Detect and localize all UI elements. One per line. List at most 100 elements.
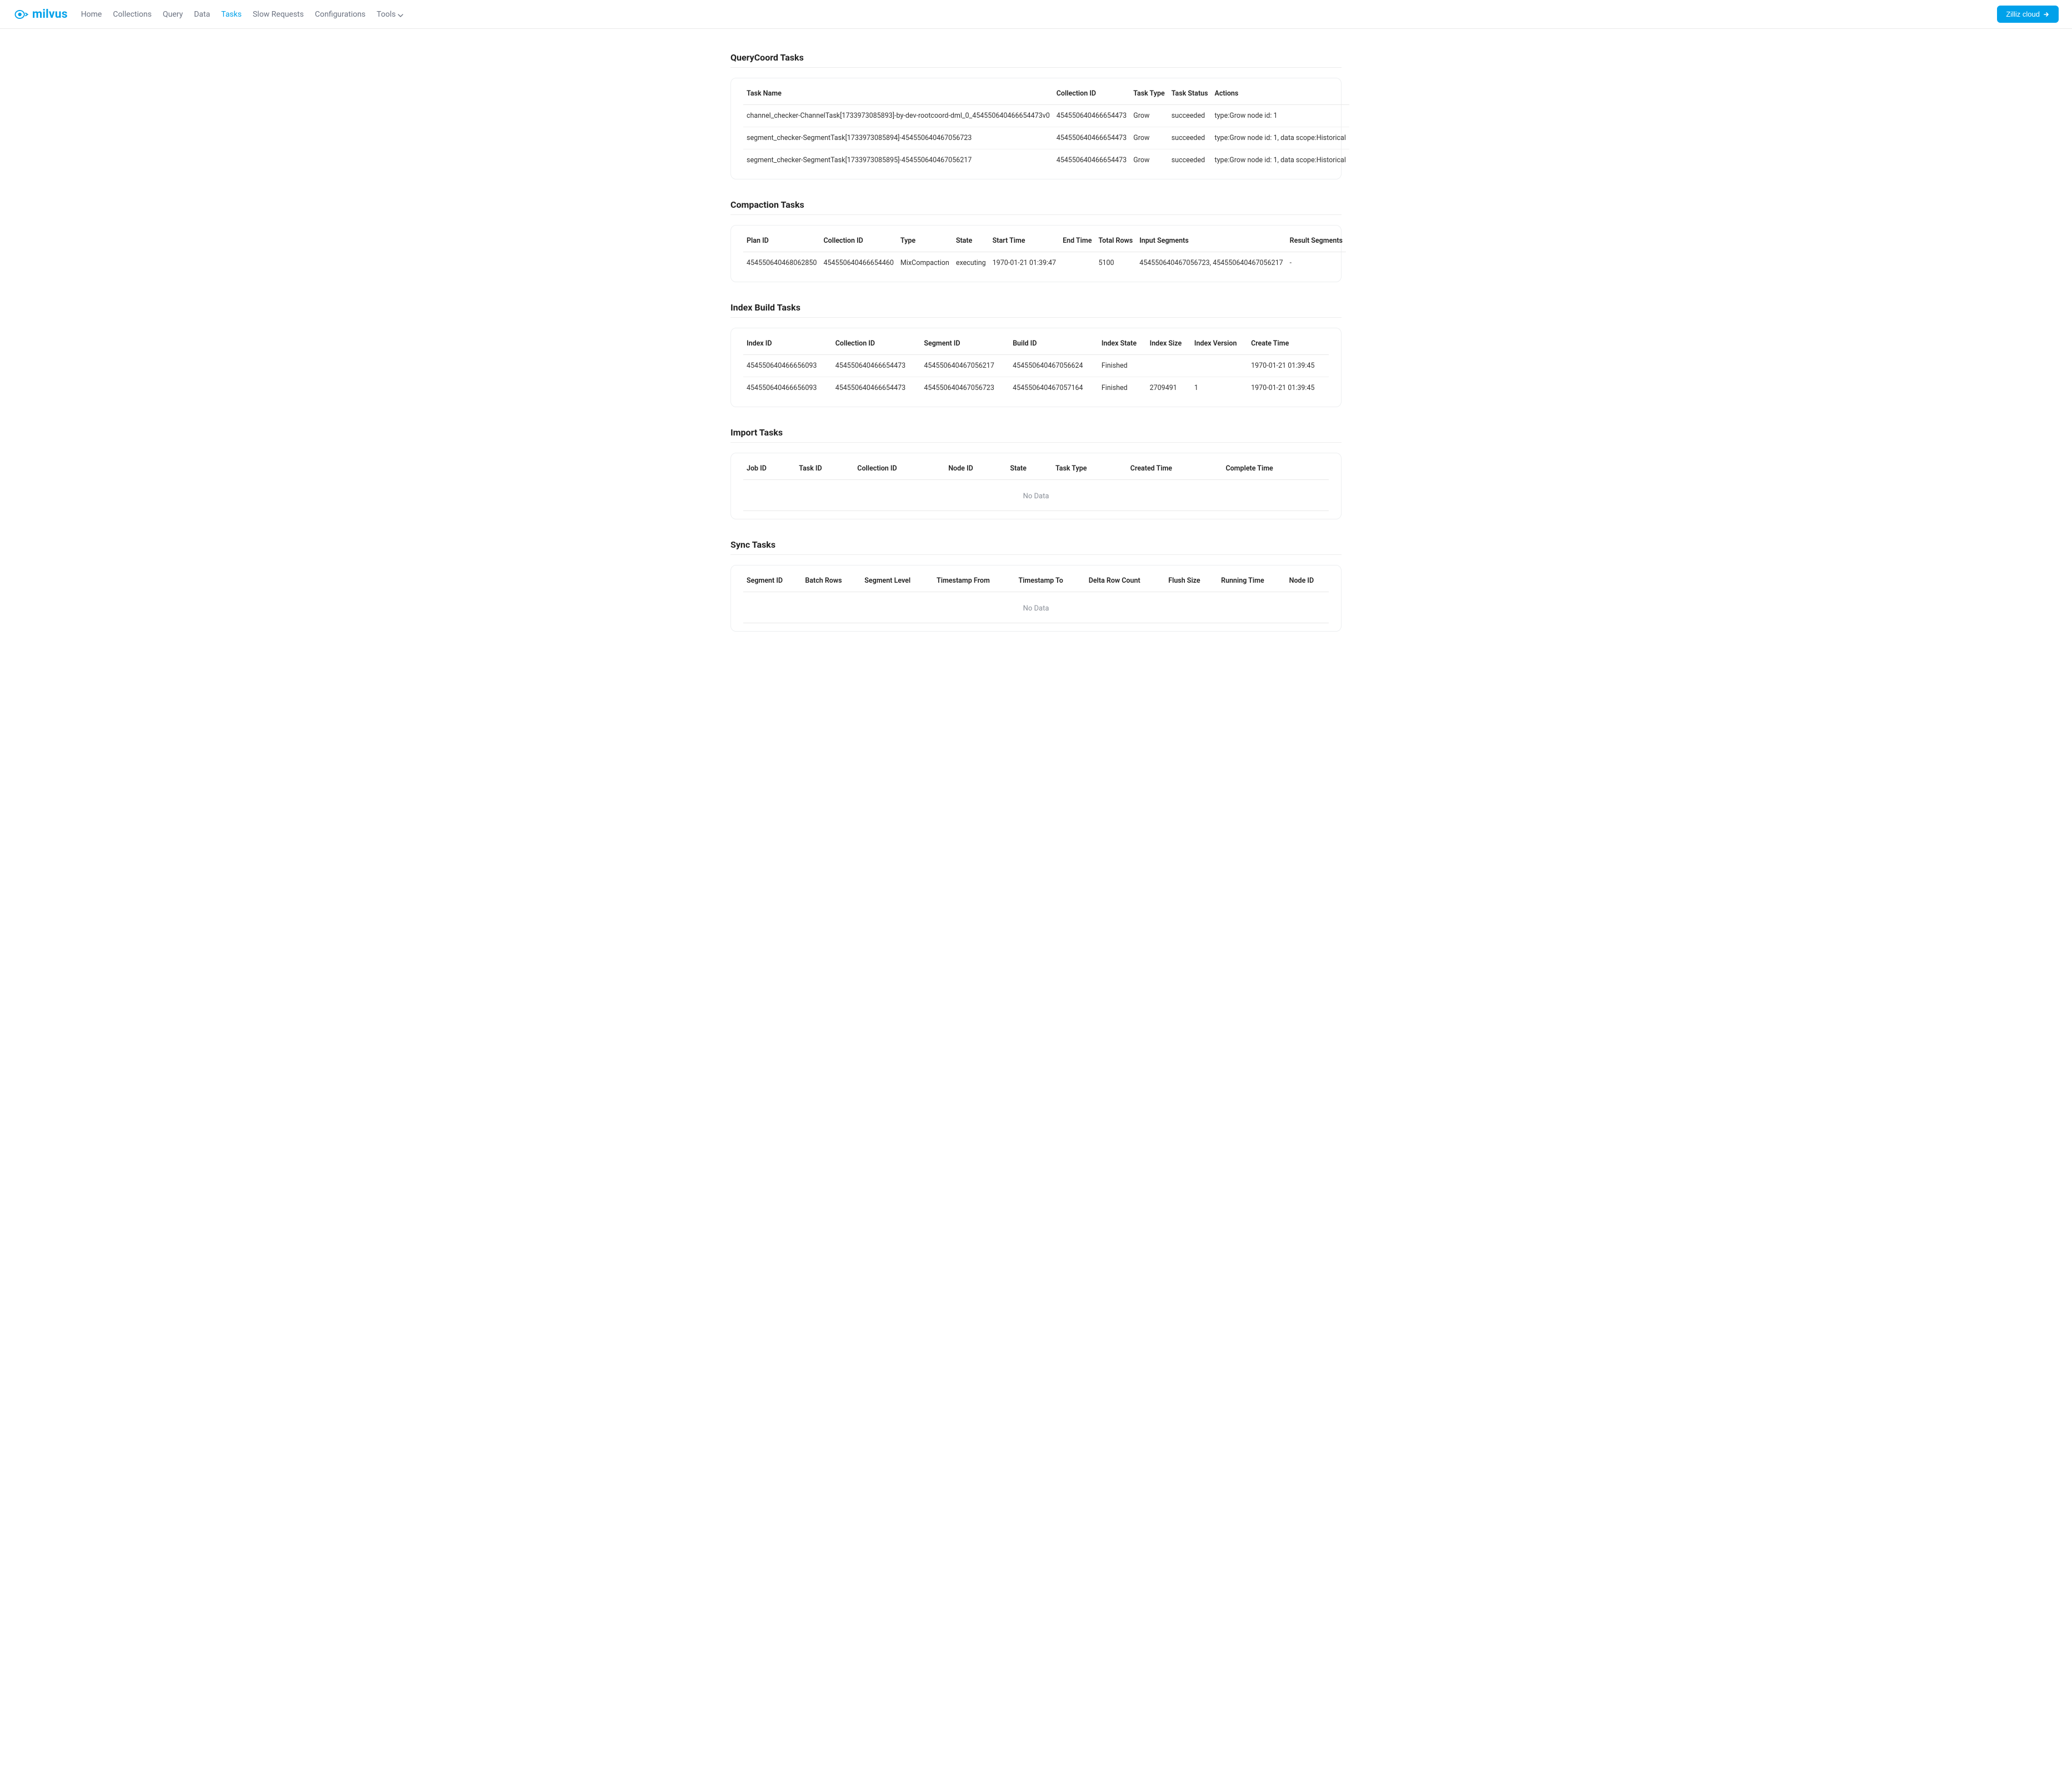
cell: 454550640466654473 <box>832 355 921 377</box>
nav-tools-label: Tools <box>377 10 396 19</box>
col-end-time: End Time <box>1059 229 1095 252</box>
table-row: segment_checker-SegmentTask[173397308589… <box>743 127 1349 149</box>
cell: 454550640466654473 <box>1053 105 1130 127</box>
arrow-right-icon <box>2043 11 2050 18</box>
topbar-left: milvus Home Collections Query Data Tasks… <box>13 8 403 21</box>
col-task-name: Task Name <box>743 82 1053 105</box>
cell: type:Grow node id: 1, data scope:Histori… <box>1212 127 1349 149</box>
cell: channel_checker-ChannelTask[173397308589… <box>743 105 1053 127</box>
table-row: segment_checker-SegmentTask[173397308589… <box>743 149 1349 172</box>
col-total-rows: Total Rows <box>1095 229 1136 252</box>
cell: 454550640468062850 <box>743 252 820 274</box>
nav-data[interactable]: Data <box>194 10 210 19</box>
col-task-type: Task Type <box>1130 82 1168 105</box>
milvus-logo-icon <box>13 9 29 20</box>
cell: 454550640466654473 <box>1053 127 1130 149</box>
col-create-time: Create Time <box>1248 332 1329 355</box>
topbar: milvus Home Collections Query Data Tasks… <box>0 0 2072 29</box>
cell: type:Grow node id: 1 <box>1212 105 1349 127</box>
cell: 454550640467057164 <box>1009 377 1098 399</box>
col-start-time: Start Time <box>989 229 1059 252</box>
nav-tools[interactable]: Tools <box>377 10 403 19</box>
chevron-down-icon <box>398 12 403 17</box>
col-job-id: Job ID <box>743 457 795 480</box>
section-title-compaction: Compaction Tasks <box>730 187 1342 215</box>
col-actions: Actions <box>1212 82 1349 105</box>
cell: 454550640467056217 <box>920 355 1009 377</box>
import-table: Job ID Task ID Collection ID Node ID Sta… <box>743 457 1329 480</box>
nav-tasks[interactable]: Tasks <box>221 10 242 19</box>
col-complete-time: Complete Time <box>1222 457 1329 480</box>
page-content: QueryCoord Tasks Task Name Collection ID… <box>730 29 1342 673</box>
col-task-id: Task ID <box>795 457 854 480</box>
cell <box>1191 355 1248 377</box>
nav-home[interactable]: Home <box>81 10 102 19</box>
table-row: channel_checker-ChannelTask[173397308589… <box>743 105 1349 127</box>
cell: 454550640466654460 <box>820 252 897 274</box>
col-plan-id: Plan ID <box>743 229 820 252</box>
col-batch-rows: Batch Rows <box>802 569 861 592</box>
table-row: 454550640468062850 454550640466654460 Mi… <box>743 252 1346 274</box>
col-timestamp-from: Timestamp From <box>933 569 1015 592</box>
logo-text: milvus <box>32 8 68 21</box>
col-build-id: Build ID <box>1009 332 1098 355</box>
col-collection-id: Collection ID <box>832 332 921 355</box>
nav-slow-requests[interactable]: Slow Requests <box>253 10 304 19</box>
cell: 5100 <box>1095 252 1136 274</box>
cell: 1970-01-21 01:39:47 <box>989 252 1059 274</box>
col-task-status: Task Status <box>1168 82 1212 105</box>
col-created-time: Created Time <box>1127 457 1223 480</box>
zilliz-cloud-button[interactable]: Zilliz cloud <box>1997 6 2059 23</box>
compaction-table: Plan ID Collection ID Type State Start T… <box>743 229 1346 274</box>
col-index-id: Index ID <box>743 332 832 355</box>
col-index-version: Index Version <box>1191 332 1248 355</box>
section-title-import: Import Tasks <box>730 415 1342 443</box>
table-header-row: Plan ID Collection ID Type State Start T… <box>743 229 1346 252</box>
cell: succeeded <box>1168 105 1212 127</box>
col-index-size: Index Size <box>1147 332 1191 355</box>
section-title-querycoord: QueryCoord Tasks <box>730 40 1342 68</box>
divider <box>743 510 1329 511</box>
cell: type:Grow node id: 1, data scope:Histori… <box>1212 149 1349 172</box>
nav-collections[interactable]: Collections <box>113 10 152 19</box>
import-card: Job ID Task ID Collection ID Node ID Sta… <box>730 453 1342 519</box>
cell: 454550640466654473 <box>1053 149 1130 172</box>
col-index-state: Index State <box>1098 332 1147 355</box>
col-input-segments: Input Segments <box>1136 229 1286 252</box>
cell: 454550640466656093 <box>743 377 832 399</box>
cell: Finished <box>1098 377 1147 399</box>
table-header-row: Task Name Collection ID Task Type Task S… <box>743 82 1349 105</box>
cell <box>1147 355 1191 377</box>
cell: 454550640466654473 <box>832 377 921 399</box>
col-collection-id: Collection ID <box>854 457 945 480</box>
table-header-row: Index ID Collection ID Segment ID Build … <box>743 332 1329 355</box>
cell: 1970-01-21 01:39:45 <box>1248 377 1329 399</box>
col-collection-id: Collection ID <box>1053 82 1130 105</box>
cell: Grow <box>1130 149 1168 172</box>
cell: 2709491 <box>1147 377 1191 399</box>
cell: Finished <box>1098 355 1147 377</box>
logo[interactable]: milvus <box>13 8 68 21</box>
col-collection-id: Collection ID <box>820 229 897 252</box>
table-header-row: Segment ID Batch Rows Segment Level Time… <box>743 569 1329 592</box>
cell <box>1059 252 1095 274</box>
table-row: 454550640466656093 454550640466654473 45… <box>743 355 1329 377</box>
cell: executing <box>953 252 989 274</box>
sync-card: Segment ID Batch Rows Segment Level Time… <box>730 565 1342 632</box>
nav-configurations[interactable]: Configurations <box>315 10 366 19</box>
cell: segment_checker-SegmentTask[173397308589… <box>743 149 1053 172</box>
cell: 454550640467056624 <box>1009 355 1098 377</box>
compaction-card: Plan ID Collection ID Type State Start T… <box>730 225 1342 282</box>
cell: 454550640466656093 <box>743 355 832 377</box>
cell: succeeded <box>1168 127 1212 149</box>
section-title-sync: Sync Tasks <box>730 527 1342 555</box>
zilliz-cloud-label: Zilliz cloud <box>2006 10 2040 18</box>
cell: Grow <box>1130 105 1168 127</box>
cell: 1 <box>1191 377 1248 399</box>
col-segment-level: Segment Level <box>861 569 933 592</box>
nav-query[interactable]: Query <box>163 10 183 19</box>
col-state: State <box>1007 457 1052 480</box>
col-segment-id: Segment ID <box>743 569 802 592</box>
main-nav: Home Collections Query Data Tasks Slow R… <box>81 10 404 19</box>
cell: 454550640467056723 <box>920 377 1009 399</box>
